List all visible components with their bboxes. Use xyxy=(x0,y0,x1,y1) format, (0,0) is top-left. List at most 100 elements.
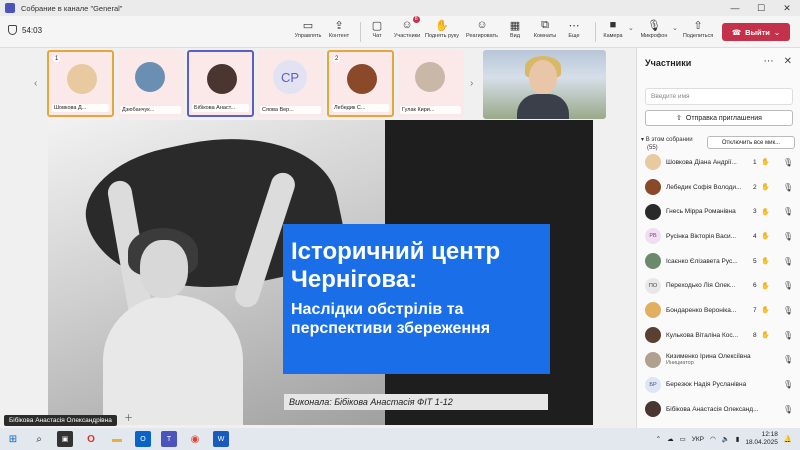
participant-tile[interactable]: 2 Лебедик С... xyxy=(327,50,394,117)
mic-muted-icon: 🎙 xyxy=(783,380,794,390)
volume-icon[interactable]: 🔈 xyxy=(722,435,730,443)
clock[interactable]: 12:18 18.04.2025 xyxy=(745,431,778,447)
mic-muted-icon: 🎙 xyxy=(783,157,794,167)
participant-row[interactable]: Кизименко Ірина Олексіївна Инициатор 🎙 xyxy=(637,348,800,373)
mute-all-button[interactable]: Отключить все мик... xyxy=(707,136,795,149)
expand-icon[interactable]: ＋ xyxy=(124,411,133,424)
task-view-icon[interactable]: ▣ xyxy=(57,431,73,447)
os-taskbar: ⊞ ⌕ ▣ O ▬ O T ◉ W ⌃ ☁ ▭ УКР ◠ 🔈 ▮ 12:18 … xyxy=(0,428,800,450)
file-explorer-icon[interactable]: ▬ xyxy=(109,431,125,447)
chat-icon: ▢ xyxy=(371,19,383,32)
view-button[interactable]: ▦ Вид xyxy=(498,18,532,46)
word-icon[interactable]: W xyxy=(213,431,229,447)
opera-icon[interactable]: O xyxy=(83,431,99,447)
minimize-button[interactable]: — xyxy=(722,0,748,16)
participant-row[interactable]: БР Березюк Надія Русланівна 🎙 xyxy=(637,372,800,397)
avatar xyxy=(645,179,661,196)
participant-video xyxy=(415,62,445,92)
avatar: ПО xyxy=(645,277,661,294)
participant-video xyxy=(135,62,165,92)
tray-chevron-icon[interactable]: ⌃ xyxy=(656,435,661,443)
participant-row[interactable]: Ісаєнко Єлізавета Рус... 5 ✋ 🎙 xyxy=(637,249,800,274)
avatar xyxy=(645,203,661,220)
slide-title-line2: Чернігова: xyxy=(291,266,418,293)
language-indicator[interactable]: УКР xyxy=(692,436,704,443)
share-button[interactable]: ⇧ Поделиться xyxy=(681,18,715,46)
mic-icon: 🎙 xyxy=(783,355,794,365)
participant-row[interactable]: Гнесь Мірра Романівна 3 ✋ 🎙 xyxy=(637,199,800,224)
view-icon: ▦ xyxy=(509,19,521,32)
participants-button[interactable]: ☺ 8 Участники xyxy=(390,16,424,46)
maximize-button[interactable]: ☐ xyxy=(748,0,774,16)
participant-tile[interactable]: СР Сяова Вер... xyxy=(257,50,324,117)
wifi-icon[interactable]: ◠ xyxy=(710,435,716,443)
raise-hand-icon: ✋ xyxy=(761,258,770,266)
close-panel-icon[interactable]: ✕ xyxy=(784,56,792,67)
chrome-icon[interactable]: ◉ xyxy=(187,431,203,447)
notification-bell-icon[interactable]: 🔔 xyxy=(784,435,792,443)
mic-muted-icon: 🎙 xyxy=(783,281,794,291)
participant-tile[interactable]: Гулак Кири... xyxy=(397,50,464,117)
camera-button[interactable]: ■ Камера xyxy=(596,18,630,46)
manage-icon: ▭ xyxy=(302,19,314,32)
participant-tile[interactable]: 1 Шовкова Д... xyxy=(47,50,114,117)
participant-row[interactable]: РВ Русінка Вікторія Васи... 4 ✋ 🎙 xyxy=(637,224,800,249)
avatar xyxy=(645,351,661,368)
raise-hand-button[interactable]: ✋ Поднять руку xyxy=(425,18,459,46)
raised-hand-badge: 2 xyxy=(333,56,341,62)
window-title: Собрание в канале "General" xyxy=(21,3,123,13)
participant-search-input[interactable]: Введите имя xyxy=(645,88,793,105)
strip-prev-icon[interactable]: ‹ xyxy=(34,78,37,89)
participant-initials: СР xyxy=(273,60,307,94)
content-share-icon: ⇪ xyxy=(334,19,344,32)
participant-tile[interactable]: Дзюбанчук... xyxy=(117,50,184,117)
window-titlebar: Собрание в канале "General" — ☐ ✕ xyxy=(0,0,800,16)
more-button[interactable]: ⋯ Еще xyxy=(557,18,591,46)
participant-row[interactable]: Бібікова Анастасія Олександ... 🎙 xyxy=(637,397,800,422)
meeting-stage: ‹ 1 Шовкова Д... Дзюбанчук... Бібікова А… xyxy=(0,48,636,428)
tile-name: Сяова Вер... xyxy=(260,106,321,114)
microphone-chevron-icon[interactable]: ⌄ xyxy=(672,24,678,32)
more-icon: ⋯ xyxy=(568,19,580,32)
teams-icon[interactable]: T xyxy=(161,431,177,447)
send-invite-button[interactable]: ⇧ Отправка приглашения xyxy=(645,110,793,126)
display-icon[interactable]: ▭ xyxy=(680,435,686,443)
participant-tile[interactable]: Бібікова Анаст... xyxy=(187,50,254,117)
participant-video xyxy=(67,64,97,94)
close-window-button[interactable]: ✕ xyxy=(774,0,800,16)
raise-hand-icon: ✋ xyxy=(761,233,770,241)
people-icon: ☺ 8 xyxy=(401,16,420,31)
camera-chevron-icon[interactable]: ⌄ xyxy=(628,24,634,32)
microphone-button[interactable]: 🎙 Микрофон xyxy=(637,18,671,46)
slide-subtitle: Наслідки обстрілів та перспективи збереж… xyxy=(291,301,491,337)
participant-row[interactable]: Кулькова Віталіна Кос... 8 ✋ 🎙 xyxy=(637,323,800,348)
organizer-role: Инициатор xyxy=(666,360,694,367)
participant-row[interactable]: Лебедик Софія Володи... 2 ✋ 🎙 xyxy=(637,175,800,200)
participant-video xyxy=(347,64,377,94)
more-options-icon[interactable]: ⋯ xyxy=(764,56,774,67)
participant-row[interactable]: Бондаренко Вероніка... 7 ✋ 🎙 xyxy=(637,298,800,323)
microphone-icon: 🎙 xyxy=(647,19,661,32)
shield-icon xyxy=(8,25,17,35)
chevron-down-icon: ▾ xyxy=(641,137,645,143)
content-button[interactable]: ⇪ Контент xyxy=(322,18,356,46)
self-video[interactable] xyxy=(483,50,606,119)
battery-icon[interactable]: ▮ xyxy=(736,435,740,443)
manage-button[interactable]: ▭ Управлять xyxy=(291,18,325,46)
chat-button[interactable]: ▢ Чат xyxy=(360,18,394,46)
mic-muted-icon: 🎙 xyxy=(783,231,794,241)
leave-button[interactable]: ☎ Выйти ⌄ xyxy=(722,23,790,41)
search-icon[interactable]: ⌕ xyxy=(31,431,47,447)
panel-title: Участники xyxy=(645,58,692,68)
meeting-timer-text: 54:03 xyxy=(22,25,43,35)
outlook-icon[interactable]: O xyxy=(135,431,151,447)
strip-next-icon[interactable]: › xyxy=(470,78,473,89)
participant-row[interactable]: Шовкова Діана Андрії... 1 ✋ 🎙 xyxy=(637,150,800,175)
windows-start-icon[interactable]: ⊞ xyxy=(5,431,21,447)
leave-chevron-icon[interactable]: ⌄ xyxy=(774,28,780,37)
meeting-timer: 54:03 xyxy=(8,25,42,35)
participant-row[interactable]: ПО Переходько Лія Олек... 6 ✋ 🎙 xyxy=(637,273,800,298)
meeting-toolbar: 54:03 ▭ Управлять ⇪ Контент ▢ Чат ☺ 8 Уча… xyxy=(0,16,800,48)
react-button[interactable]: ☺ Реагировать xyxy=(465,18,499,46)
cloud-icon[interactable]: ☁ xyxy=(667,435,674,443)
